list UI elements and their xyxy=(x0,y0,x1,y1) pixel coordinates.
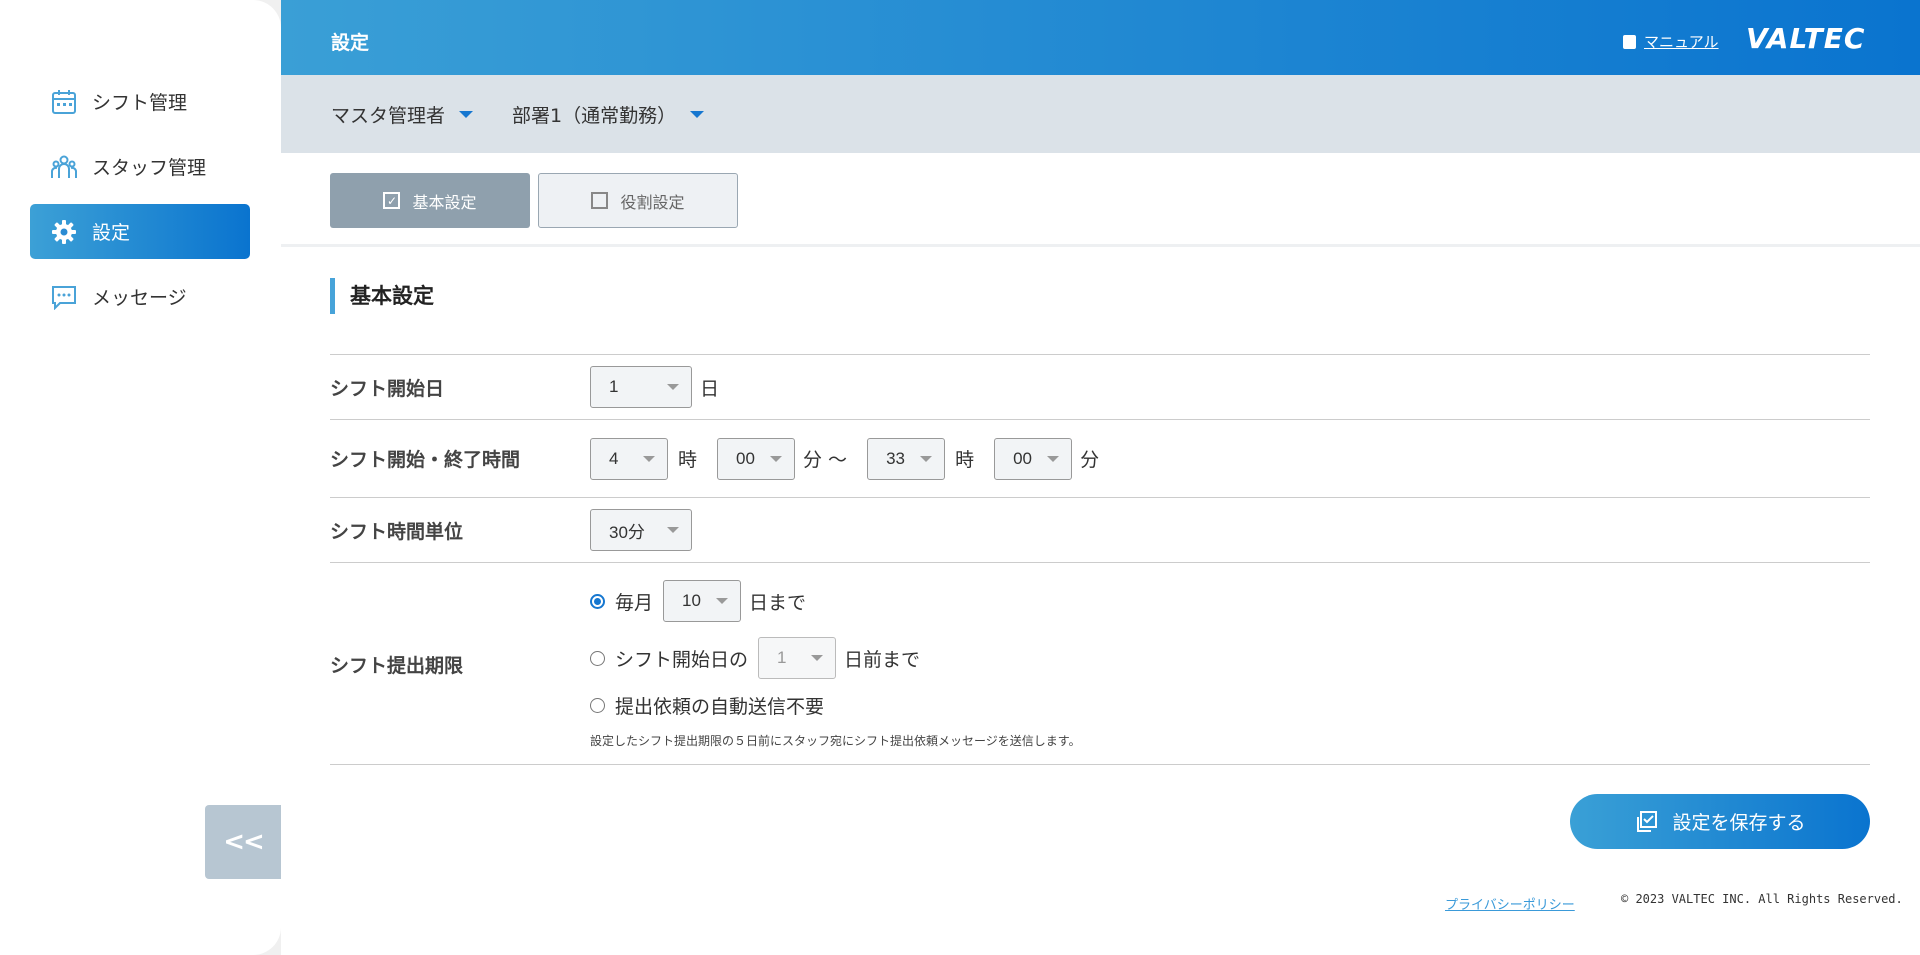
page-title: 設定 xyxy=(331,32,370,54)
book-icon xyxy=(1623,34,1636,49)
chevron-down-icon xyxy=(667,384,679,390)
calendar-icon xyxy=(50,88,78,116)
privacy-policy-link[interactable]: プライバシーポリシー xyxy=(1445,894,1575,913)
sidebar-nav: シフト管理 スタッフ管理 設定 メッセージ xyxy=(30,74,250,334)
field-label: シフト開始日 xyxy=(330,377,445,400)
option-suffix: 日前まで xyxy=(844,648,921,671)
chevron-down-icon xyxy=(920,455,933,462)
checkbox-empty-icon xyxy=(591,192,609,209)
option-prefix: シフト開始日の xyxy=(615,648,749,671)
sidebar-item-label: メッセージ xyxy=(92,287,187,309)
time-unit-select[interactable]: 30分 xyxy=(590,509,692,551)
unit-label: 日 xyxy=(700,377,720,400)
tab-basic-settings[interactable]: ✓ 基本設定 xyxy=(330,173,530,228)
form-row-time-range: シフト開始・終了時間 4 時 00 分 〜 33 時 00 分 xyxy=(330,419,1870,497)
settings-tabs: ✓ 基本設定 役割設定 xyxy=(281,153,1920,247)
staff-icon xyxy=(50,153,78,181)
form-row-time-unit: シフト時間単位 30分 xyxy=(330,497,1870,562)
option-prefix: 毎月 xyxy=(615,591,654,614)
radio-before-start[interactable] xyxy=(590,650,605,666)
unit-label: 分 xyxy=(1080,449,1100,471)
deadline-option-before-start: シフト開始日の 1 日前まで xyxy=(590,637,920,679)
save-settings-button[interactable]: 設定を保存する xyxy=(1570,794,1870,849)
main-content: 基本設定 シフト開始日 1 日 シフト開始・終了時間 4 時 00 分 〜 33… xyxy=(281,247,1920,955)
checkbox-checked-icon: ✓ xyxy=(383,192,401,209)
field-label: シフト開始・終了時間 xyxy=(330,449,521,471)
deadline-note: 設定したシフト提出期限の５日前にスタッフ宛にシフト提出依頼メッセージを送信します… xyxy=(590,734,1081,748)
sidebar-item-staff[interactable]: スタッフ管理 xyxy=(30,139,250,194)
select-value: 30分 xyxy=(609,522,645,542)
form-row-start-day: シフト開始日 1 日 xyxy=(330,354,1870,419)
select-value: 33 xyxy=(886,448,905,468)
select-value: 00 xyxy=(736,448,755,468)
chevron-down-icon xyxy=(459,111,474,118)
sidebar: シフト管理 スタッフ管理 設定 メッセージ << xyxy=(0,0,281,955)
end-hour-select[interactable]: 33 xyxy=(867,437,946,480)
manual-link-label: マニュアル xyxy=(1644,33,1719,51)
select-value: 00 xyxy=(1013,448,1032,468)
unit-label: 分 〜 xyxy=(803,449,848,471)
gear-icon xyxy=(50,218,78,246)
message-icon xyxy=(50,283,78,311)
save-icon xyxy=(1634,810,1658,834)
sidebar-item-shift[interactable]: シフト管理 xyxy=(30,74,250,129)
start-minute-select[interactable]: 00 xyxy=(717,437,796,480)
role-select-value: マスタ管理者 xyxy=(331,105,446,127)
sidebar-item-label: スタッフ管理 xyxy=(92,157,207,179)
start-day-select[interactable]: 1 xyxy=(590,366,692,408)
option-label: 提出依頼の自動送信不要 xyxy=(615,696,825,718)
manual-link[interactable]: マニュアル xyxy=(1623,31,1719,52)
copyright: © 2023 VALTEC INC. All Rights Reserved. xyxy=(1621,892,1903,906)
valtec-logo: VALTEC xyxy=(1746,22,1866,55)
chevron-down-icon xyxy=(811,655,824,661)
chevron-down-icon xyxy=(643,455,655,462)
option-suffix: 日まで xyxy=(749,591,807,614)
app-header: 設定 マニュアル VALTEC xyxy=(281,0,1920,75)
basic-settings-form: シフト開始日 1 日 シフト開始・終了時間 4 時 00 分 〜 33 時 00… xyxy=(330,354,1870,765)
section-title: 基本設定 xyxy=(330,278,434,314)
deadline-option-no-auto: 提出依頼の自動送信不要 xyxy=(590,692,824,719)
radio-no-auto-send[interactable] xyxy=(590,698,605,713)
select-value: 1 xyxy=(609,377,619,396)
time-range-control: 4 時 00 分 〜 33 時 00 分 xyxy=(590,437,1100,480)
sidebar-item-label: シフト管理 xyxy=(92,92,188,114)
chevron-down-icon xyxy=(667,527,679,533)
end-minute-select[interactable]: 00 xyxy=(994,437,1073,480)
deadline-option-monthly: 毎月 10 日まで xyxy=(590,580,806,622)
sidebar-collapse-button[interactable]: << xyxy=(205,805,281,879)
tab-label: 役割設定 xyxy=(620,192,685,212)
start-day-control: 1 日 xyxy=(590,366,719,408)
time-unit-control: 30分 xyxy=(590,509,692,551)
role-select[interactable]: マスタ管理者 xyxy=(331,101,474,128)
department-select[interactable]: 部署1（通常勤務） xyxy=(512,101,705,128)
days-before-select[interactable]: 1 xyxy=(758,637,837,679)
sidebar-item-label: 設定 xyxy=(92,222,131,244)
chevron-down-icon xyxy=(716,598,729,604)
save-button-label: 設定を保存する xyxy=(1672,812,1806,834)
chevron-down-icon xyxy=(1047,455,1060,462)
sidebar-item-message[interactable]: メッセージ xyxy=(30,269,250,324)
select-value: 10 xyxy=(682,591,701,610)
field-label: シフト時間単位 xyxy=(330,520,464,543)
form-row-deadline: シフト提出期限 毎月 10 日まで シフト開始日の 1 日前まで 提出依頼の自動… xyxy=(330,562,1870,764)
chevron-down-icon xyxy=(690,111,705,118)
unit-label: 時 xyxy=(678,449,698,471)
unit-label: 時 xyxy=(955,449,975,471)
sidebar-item-settings[interactable]: 設定 xyxy=(30,204,250,259)
radio-monthly[interactable] xyxy=(590,593,605,609)
chevron-down-icon xyxy=(770,455,783,462)
select-value: 1 xyxy=(777,648,787,667)
field-label: シフト提出期限 xyxy=(330,655,464,677)
department-select-value: 部署1（通常勤務） xyxy=(512,105,677,127)
select-value: 4 xyxy=(609,448,619,468)
form-bottom-divider xyxy=(330,764,1870,765)
monthly-day-select[interactable]: 10 xyxy=(663,580,742,622)
start-hour-select[interactable]: 4 xyxy=(590,437,668,480)
tab-label: 基本設定 xyxy=(412,192,477,212)
tab-role-settings[interactable]: 役割設定 xyxy=(538,173,738,228)
context-bar: マスタ管理者 部署1（通常勤務） xyxy=(281,75,1920,153)
